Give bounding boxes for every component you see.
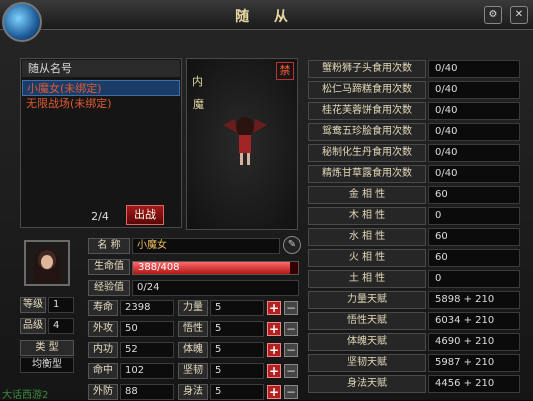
exp-label: 经验值 [88,280,130,296]
name-label: 名 称 [88,238,130,254]
attribute-value: 5898 + 210 [428,291,520,309]
increase-button[interactable]: + [267,385,281,399]
attribute-value: 0/40 [428,144,520,162]
attr-value: 5 [210,363,264,379]
decrease-button[interactable]: − [284,385,298,399]
attr-label: 身法 [178,384,208,400]
stat-value: 52 [120,342,174,358]
deploy-button[interactable]: 出战 [126,205,164,225]
decrease-button[interactable]: − [284,301,298,315]
stat-label: 外防 [88,384,118,400]
decrease-button[interactable]: − [284,343,298,357]
attribute-label: 力量天赋 [308,291,426,309]
attribute-value: 60 [428,228,520,246]
attribute-value: 0/40 [428,102,520,120]
attr-value: 5 [210,321,264,337]
increase-button[interactable]: + [267,343,281,357]
page-indicator: 2/4 [91,210,109,223]
list-item[interactable]: 无限战场(未绑定) [22,96,180,112]
seal-icon[interactable]: 禁 [276,62,294,80]
stat-label: 寿命 [88,300,118,316]
decrease-button[interactable]: − [284,322,298,336]
attribute-label: 水 相 性 [308,228,426,246]
stat-value: 102 [120,363,174,379]
attr-label: 力量 [178,300,208,316]
attribute-value: 0/40 [428,123,520,141]
close-icon[interactable]: ✕ [510,6,528,24]
attribute-value: 0/40 [428,165,520,183]
attribute-label: 坚韧天赋 [308,354,426,372]
grade-value: 4 [48,318,74,334]
attribute-label: 体魄天赋 [308,333,426,351]
attribute-value: 0/40 [428,81,520,99]
attribute-label: 蟹粉狮子头食用次数 [308,60,426,78]
attr-value: 5 [210,342,264,358]
attribute-value: 0 [428,270,520,288]
attribute-value: 5987 + 210 [428,354,520,372]
list-header: 随从名号 [22,60,180,77]
stat-value: 88 [120,384,174,400]
grade-label: 品级 [20,318,46,334]
attribute-value: 6034 + 210 [428,312,520,330]
exp-value: 0/24 [132,280,299,296]
stat-value: 2398 [120,300,174,316]
paw-orb-icon [2,2,42,42]
attribute-label: 桂花芙蓉饼食用次数 [308,102,426,120]
attr-value: 5 [210,300,264,316]
type-value: 均衡型 [20,357,74,373]
hp-value: 388/408 [138,262,180,273]
stat-value: 50 [120,321,174,337]
attribute-label: 金 相 性 [308,186,426,204]
attribute-label: 鸳鸯五珍脍食用次数 [308,123,426,141]
rename-icon[interactable]: ✎ [283,236,301,254]
hp-label: 生命值 [88,259,130,275]
level-value: 1 [48,297,74,313]
attribute-value: 4456 + 210 [428,375,520,393]
attr-label: 悟性 [178,321,208,337]
level-label: 等级 [20,297,46,313]
watermark-logo: 大话西游2 [2,390,49,401]
decrease-button[interactable]: − [284,364,298,378]
attribute-label: 身法天赋 [308,375,426,393]
avatar [24,240,70,286]
name-value: 小魔女 [132,238,280,254]
stat-label: 内功 [88,342,118,358]
attribute-label: 土 相 性 [308,270,426,288]
attribute-label: 松仁马蹄糕食用次数 [308,81,426,99]
avatar-portrait [26,242,68,284]
preview-name: 魔 [193,98,204,111]
attribute-value: 60 [428,186,520,204]
type-label: 类 型 [20,340,74,356]
attribute-label: 秘制化生丹食用次数 [308,144,426,162]
attribute-value: 4690 + 210 [428,333,520,351]
attribute-label: 悟性天赋 [308,312,426,330]
preview-label: 内 [192,75,203,88]
attribute-value: 60 [428,249,520,267]
attribute-label: 木 相 性 [308,207,426,225]
attribute-value: 0/40 [428,60,520,78]
window-title: 随 从 [235,9,298,25]
attribute-label: 精炼甘草露食用次数 [308,165,426,183]
increase-button[interactable]: + [267,301,281,315]
list-item[interactable]: 小魔女(未绑定) [22,80,180,96]
settings-icon[interactable]: ⚙ [484,6,502,24]
attribute-value: 0 [428,207,520,225]
attr-label: 体魄 [178,342,208,358]
stat-label: 外攻 [88,321,118,337]
attr-value: 5 [210,384,264,400]
increase-button[interactable]: + [267,364,281,378]
stat-label: 命中 [88,363,118,379]
attr-label: 坚韧 [178,363,208,379]
increase-button[interactable]: + [267,322,281,336]
attribute-label: 火 相 性 [308,249,426,267]
